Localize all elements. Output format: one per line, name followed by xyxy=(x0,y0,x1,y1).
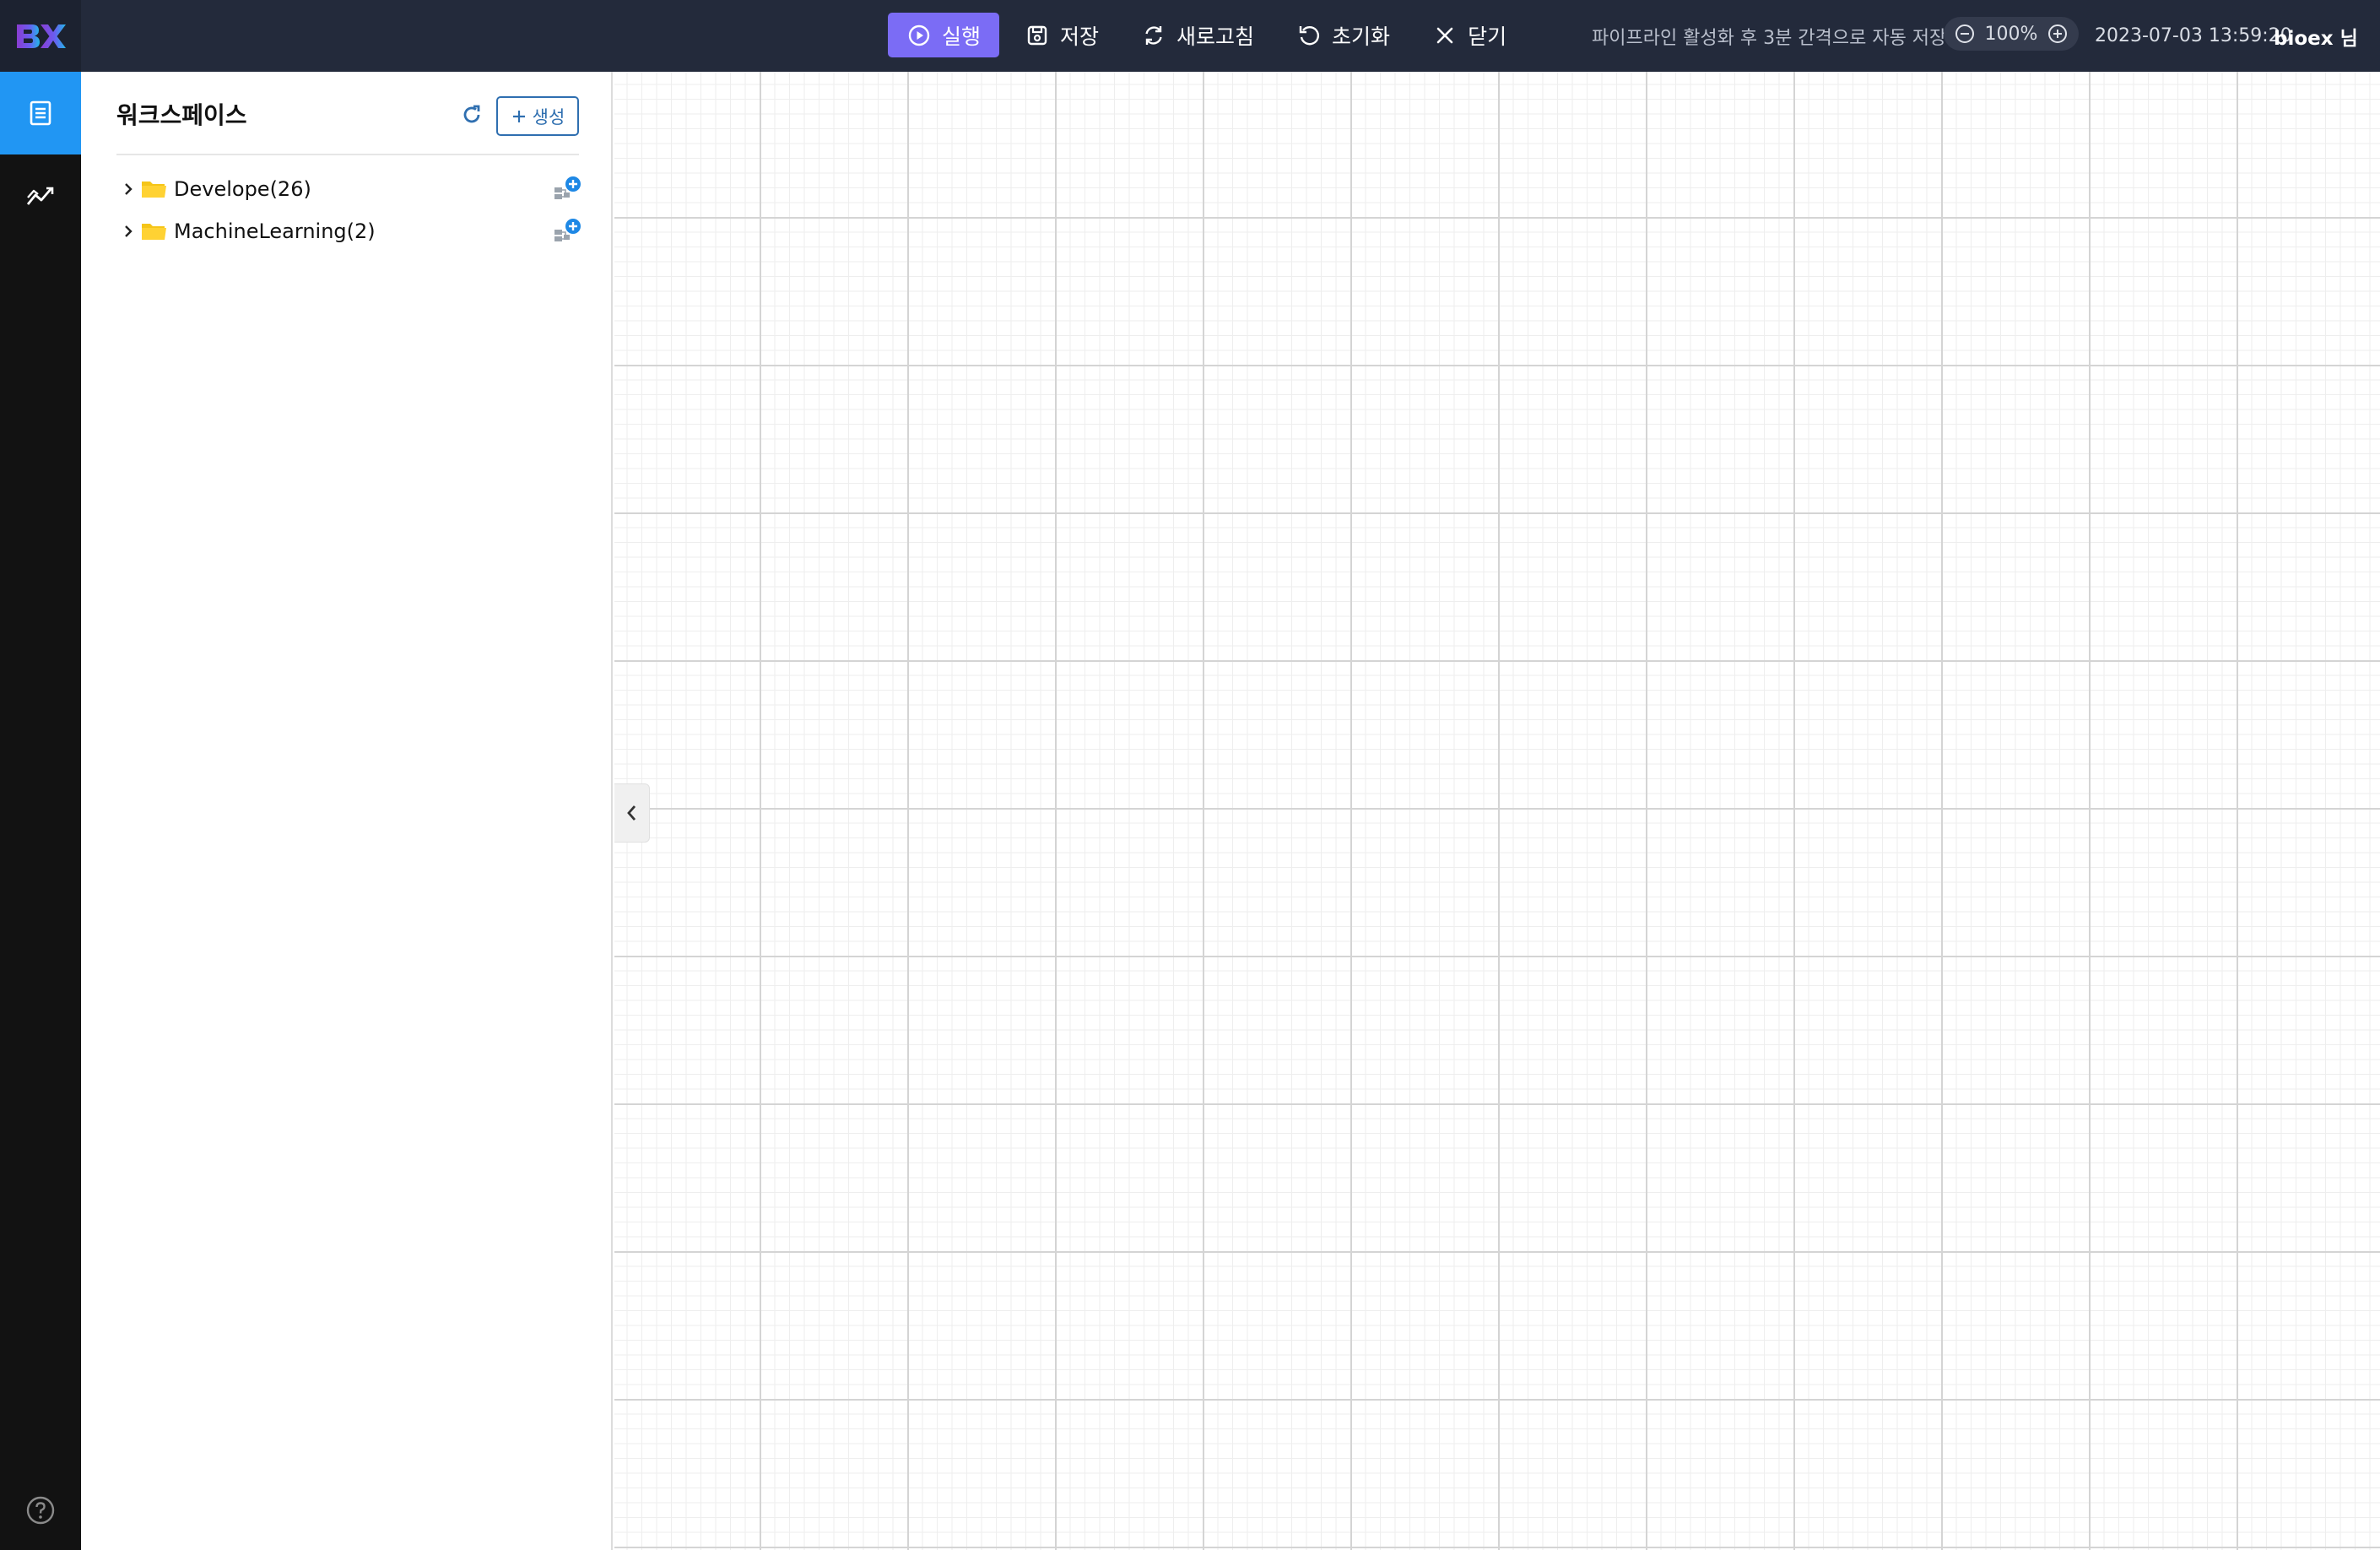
user-name[interactable]: bioex 님 xyxy=(2274,0,2358,72)
workspace-tree: Develope(26) MachineLearning(2) xyxy=(116,168,582,252)
workspace-title: 워크스페이스 xyxy=(116,101,247,129)
document-list-icon xyxy=(30,100,51,126)
add-pipeline-icon[interactable] xyxy=(552,218,582,245)
folder-icon xyxy=(142,182,166,198)
zoom-control: 100% xyxy=(1944,17,2079,51)
autosave-notice: 파이프라인 활성화 후 3분 간격으로 자동 저장 xyxy=(1592,27,1947,49)
run-button[interactable]: 실행 xyxy=(888,13,1000,57)
refresh-icon xyxy=(463,105,480,123)
refresh-button[interactable]: 새로고침 xyxy=(1124,13,1271,57)
create-button-label: 생성 xyxy=(532,106,565,127)
sync-icon xyxy=(1145,25,1162,45)
left-nav-rail xyxy=(0,72,81,1550)
nav-item-analytics[interactable] xyxy=(0,154,81,237)
chevron-right-icon[interactable] xyxy=(116,219,140,243)
chevron-left-icon xyxy=(626,805,636,821)
tree-folder-machinelearning[interactable]: MachineLearning(2) xyxy=(116,210,582,252)
zoom-out-icon[interactable] xyxy=(1954,23,1976,45)
close-icon xyxy=(1436,27,1453,43)
save-button[interactable]: 저장 xyxy=(1008,13,1116,57)
tree-folder-label: Develope(26) xyxy=(174,177,311,201)
reset-button[interactable]: 초기화 xyxy=(1279,13,1407,57)
save-button-label: 저장 xyxy=(1060,24,1100,49)
run-button-label: 실행 xyxy=(942,24,982,49)
folder-icon xyxy=(142,224,166,240)
help-button[interactable] xyxy=(0,1489,81,1531)
workspace-refresh-button[interactable] xyxy=(457,100,486,129)
panel-divider xyxy=(116,154,579,155)
zoom-in-icon[interactable] xyxy=(2047,23,2069,45)
reset-button-label: 초기화 xyxy=(1332,24,1391,49)
tree-folder-label: MachineLearning(2) xyxy=(174,219,376,243)
zoom-level: 100% xyxy=(1984,23,2038,45)
close-button[interactable]: 닫기 xyxy=(1415,13,1523,57)
chart-line-icon xyxy=(26,187,54,205)
plus-icon xyxy=(512,110,525,122)
pipeline-canvas[interactable] xyxy=(614,72,2380,1550)
undo-icon xyxy=(1299,25,1320,45)
close-button-label: 닫기 xyxy=(1468,24,1507,49)
create-button[interactable]: 생성 xyxy=(496,96,579,136)
play-circle-icon xyxy=(908,24,930,46)
workspace-panel: 워크스페이스 생성 Develope(26) MachineLearning(2… xyxy=(81,72,613,1550)
top-bar: 실행 저장 새로고침 초기화 닫기 파이프라인 활성화 후 3분 간격으로 자동… xyxy=(0,0,2380,72)
tree-folder-develope[interactable]: Develope(26) xyxy=(116,168,582,210)
bx-logo-icon xyxy=(17,24,66,48)
add-pipeline-icon[interactable] xyxy=(552,176,582,203)
refresh-button-label: 새로고침 xyxy=(1176,24,1255,49)
toolbar: 실행 저장 새로고침 초기화 닫기 xyxy=(888,13,1523,57)
current-datetime: 2023-07-03 13:59:20 xyxy=(2095,25,2292,46)
nav-item-workspace[interactable] xyxy=(0,72,81,154)
help-icon xyxy=(26,1496,55,1525)
workspace-header: 워크스페이스 생성 xyxy=(116,89,659,143)
floppy-disk-icon xyxy=(1027,25,1047,45)
app-logo[interactable] xyxy=(0,0,81,72)
panel-collapse-button[interactable] xyxy=(614,783,650,843)
chevron-right-icon[interactable] xyxy=(116,177,140,201)
